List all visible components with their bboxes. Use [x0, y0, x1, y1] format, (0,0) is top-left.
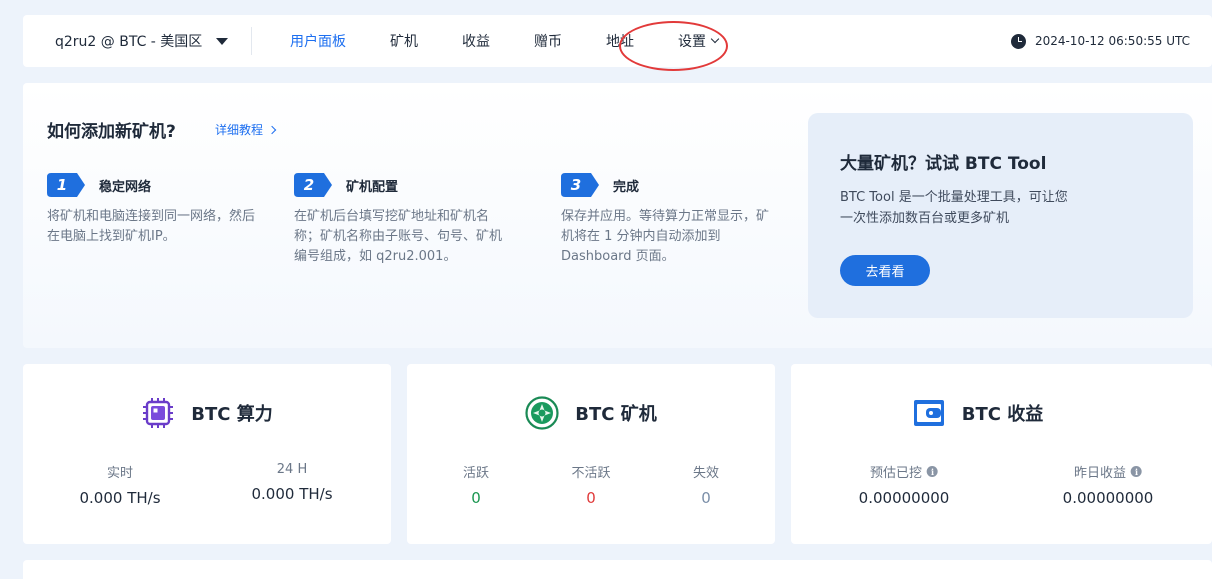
btc-tool-line: 一次性添加数百台或更多矿机 — [840, 211, 1010, 226]
step-3-line: 保存并应用。等待算力正常显示，矿 — [561, 209, 770, 224]
step-1-title: 稳定网络 — [99, 179, 152, 195]
metric-label: 失效 — [692, 466, 720, 481]
btc-tool-button[interactable]: 去看看 — [840, 255, 930, 286]
earnings-yesterday: 昨日收益 i 0.00000000 — [1062, 462, 1154, 507]
step-2-badge: 2 — [294, 173, 332, 197]
metric-value: 0.000 TH/s — [79, 489, 161, 507]
info-icon[interactable]: i — [927, 466, 939, 477]
clock-icon — [1010, 33, 1026, 49]
guide-step-2: 2 矿机配置 在矿机后台填写挖矿地址和矿机名 称；矿机名称由子账号、句号、矿机 … — [294, 173, 502, 267]
metric-value: 0.00000000 — [858, 489, 950, 507]
server-time: 2024-10-12 06:50:55 UTC — [1010, 15, 1190, 67]
metric-label: 实时 — [106, 466, 133, 481]
metric-value: 0 — [471, 489, 481, 507]
step-2-title: 矿机配置 — [346, 179, 399, 195]
hashrate-card: BTC 算力 实时 0.000 TH/s 24 H 0.000 TH/s — [23, 364, 391, 544]
guide-step-1: 1 稳定网络 将矿机和电脑连接到同一网络，然后 在电脑上找到矿机IP。 — [47, 173, 255, 247]
tutorial-link[interactable]: 详细教程 — [215, 121, 277, 138]
metric-value: 0.000 TH/s — [251, 485, 333, 503]
caret-down-icon — [216, 37, 229, 45]
earnings-title: BTC 收益 — [961, 404, 1044, 425]
nav-divider — [251, 27, 252, 55]
metric-label: 预估已挖 i — [859, 462, 950, 481]
earnings-card: BTC 收益 预估已挖 i 0.00000000 昨日收益 i 0.000000… — [791, 364, 1212, 544]
step-1-line: 将矿机和电脑连接到同一网络，然后 — [47, 209, 256, 224]
metric-value: 0.00000000 — [1062, 489, 1154, 507]
chevron-right-icon — [267, 125, 277, 134]
step-1-badge: 1 — [47, 173, 85, 197]
miners-inactive: 不活跃 0 — [571, 462, 610, 507]
account-label: q2ru2 @ BTC - 美国区 — [55, 34, 203, 50]
account-selector[interactable]: q2ru2 @ BTC - 美国区 — [23, 15, 251, 67]
chevron-down-icon — [710, 34, 720, 44]
step-1-line: 在电脑上找到矿机IP。 — [47, 229, 176, 244]
btc-tool-promo: 大量矿机？试试 BTC Tool BTC Tool 是一个批量处理工具，可让您 … — [808, 113, 1193, 318]
chip-icon — [143, 398, 174, 428]
metric-label: 不活跃 — [571, 466, 611, 481]
hashrate-title: BTC 算力 — [191, 404, 273, 425]
guide-title: 如何添加新矿机? — [47, 122, 176, 142]
step-3-title: 完成 — [613, 179, 640, 195]
btc-tool-line: BTC Tool 是一个批量处理工具，可让您 — [840, 190, 1068, 205]
metric-value: 0 — [701, 489, 711, 507]
nav-item-address[interactable]: 地址 — [596, 15, 644, 67]
guide-step-3: 3 完成 保存并应用。等待算力正常显示，矿 机将在 1 分钟内自动添加到 Das… — [561, 173, 769, 267]
step-2-line: 编号组成，如 q2ru2.001。 — [294, 249, 457, 264]
nav-item-earnings[interactable]: 收益 — [452, 15, 500, 67]
nav-item-gift-coins[interactable]: 赠币 — [524, 15, 572, 67]
next-section-card — [23, 560, 1212, 579]
metric-label-text: 昨日收益 — [1073, 466, 1127, 481]
add-miner-guide: 如何添加新矿机? 详细教程 1 稳定网络 将矿机和电脑连接到同一网络，然后 在电… — [23, 83, 1212, 348]
metric-label: 活跃 — [462, 466, 490, 481]
tutorial-link-label: 详细教程 — [215, 123, 264, 137]
nav-item-miners[interactable]: 矿机 — [380, 15, 428, 67]
metric-label-text: 预估已挖 — [869, 466, 923, 481]
nav-item-settings[interactable]: 设置 — [668, 15, 728, 67]
miner-fan-icon — [525, 396, 559, 430]
top-nav: q2ru2 @ BTC - 美国区 用户面板 矿机 收益 赠币 地址 设置 20… — [23, 15, 1212, 67]
hashrate-24h: 24 H 0.000 TH/s — [251, 462, 332, 503]
miners-dead: 失效 0 — [693, 462, 719, 507]
step-2-line: 称；矿机名称由子账号、句号、矿机 — [294, 229, 503, 244]
step-1-description: 将矿机和电脑连接到同一网络，然后 在电脑上找到矿机IP。 — [47, 207, 255, 247]
step-3-line: 机将在 1 分钟内自动添加到 — [561, 229, 721, 244]
nav-menu: 用户面板 矿机 收益 赠币 地址 设置 — [268, 15, 740, 67]
nav-item-dashboard[interactable]: 用户面板 — [280, 15, 356, 67]
metric-label: 24 H — [276, 462, 308, 477]
step-1-number: 1 — [56, 176, 68, 194]
btc-tool-title: 大量矿机？试试 BTC Tool — [840, 154, 1047, 174]
step-2-line: 在矿机后台填写挖矿地址和矿机名 — [294, 209, 490, 224]
miners-active: 活跃 0 — [463, 462, 489, 507]
step-3-number: 3 — [570, 176, 582, 194]
server-time-text: 2024-10-12 06:50:55 UTC — [1034, 34, 1190, 48]
hashrate-realtime: 实时 0.000 TH/s — [79, 462, 160, 507]
step-3-description: 保存并应用。等待算力正常显示，矿 机将在 1 分钟内自动添加到 Dashboar… — [561, 207, 769, 267]
step-3-line: Dashboard 页面。 — [561, 249, 675, 264]
miners-title: BTC 矿机 — [575, 404, 657, 425]
earnings-estimated: 预估已挖 i 0.00000000 — [858, 462, 950, 507]
info-icon[interactable]: i — [1131, 466, 1143, 477]
nav-item-settings-label: 设置 — [678, 34, 706, 50]
step-2-number: 2 — [303, 176, 315, 194]
btc-tool-description: BTC Tool 是一个批量处理工具，可让您 一次性添加数百台或更多矿机 — [840, 187, 1100, 229]
metric-label: 昨日收益 i — [1063, 462, 1154, 481]
miners-card: BTC 矿机 活跃 0 不活跃 0 失效 0 — [407, 364, 775, 544]
wallet-icon — [913, 400, 944, 426]
step-3-badge: 3 — [561, 173, 599, 197]
step-2-description: 在矿机后台填写挖矿地址和矿机名 称；矿机名称由子账号、句号、矿机 编号组成，如 … — [294, 207, 502, 267]
metric-value: 0 — [586, 489, 596, 507]
